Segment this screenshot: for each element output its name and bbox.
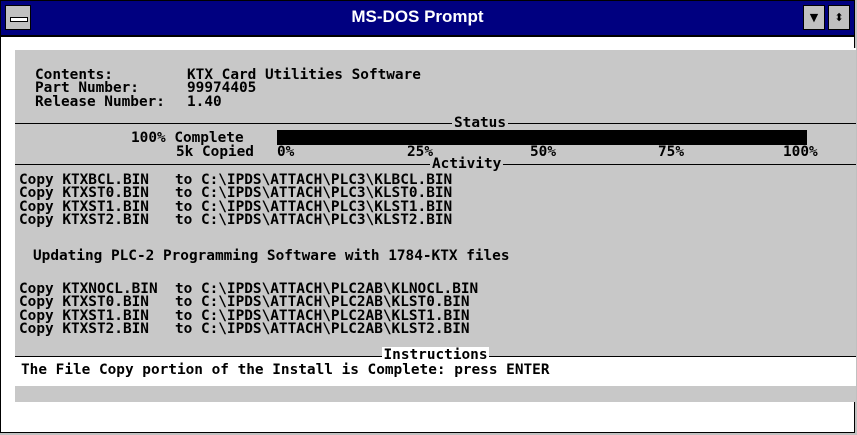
copy-progress-bar [277,130,807,145]
activity-line: Copy KTXST0.BIN to C:\IPDS\ATTACH\PLC2AB… [19,294,470,310]
system-menu-icon [10,17,28,22]
minimize-button[interactable]: ▼ [803,5,825,30]
restore-icon: ⬍ [834,11,844,24]
scale-25: 25% [407,144,433,160]
restore-button[interactable]: ⬍ [828,5,850,30]
window-title: MS-DOS Prompt [351,7,484,26]
minimize-icon: ▼ [809,11,819,24]
status-heading: Status [452,115,508,131]
copied-size: 5k Copied [176,144,254,160]
scale-100: 100% [783,144,818,160]
activity-heading: Activity [430,156,504,172]
activity-line: Copy KTXST2.BIN to C:\IPDS\ATTACH\PLC2AB… [19,321,470,337]
title-bar[interactable]: MS-DOS Prompt ▼ ⬍ [1,1,854,37]
scale-75: 75% [658,144,684,160]
instructions-text: The File Copy portion of the Install is … [21,362,550,378]
release-number-value: 1.40 [187,94,222,110]
instructions-heading: Instructions [15,347,856,363]
status-divider [15,123,856,124]
percent-complete: 100% Complete [131,130,244,146]
part-number-label: Part Number: [35,80,139,96]
instructions-panel: Instructions The File Copy portion of th… [15,347,856,386]
part-number-value: 99974405 [187,80,257,96]
activity-line: Copy KTXST2.BIN to C:\IPDS\ATTACH\PLC3\K… [19,212,453,228]
msdos-window: MS-DOS Prompt ▼ ⬍ Contents: KTX Card Uti… [0,0,856,433]
scale-50: 50% [530,144,556,160]
instructions-heading-text: Instructions [381,347,490,363]
copy-progress-fill [277,130,807,145]
activity-line: Copy KTXST0.BIN to C:\IPDS\ATTACH\PLC3\K… [19,185,453,201]
system-menu-button[interactable] [5,5,31,30]
update-message: Updating PLC-2 Programming Software with… [33,248,510,264]
scale-0: 0% [277,144,295,160]
release-number-label: Release Number: [35,94,165,110]
